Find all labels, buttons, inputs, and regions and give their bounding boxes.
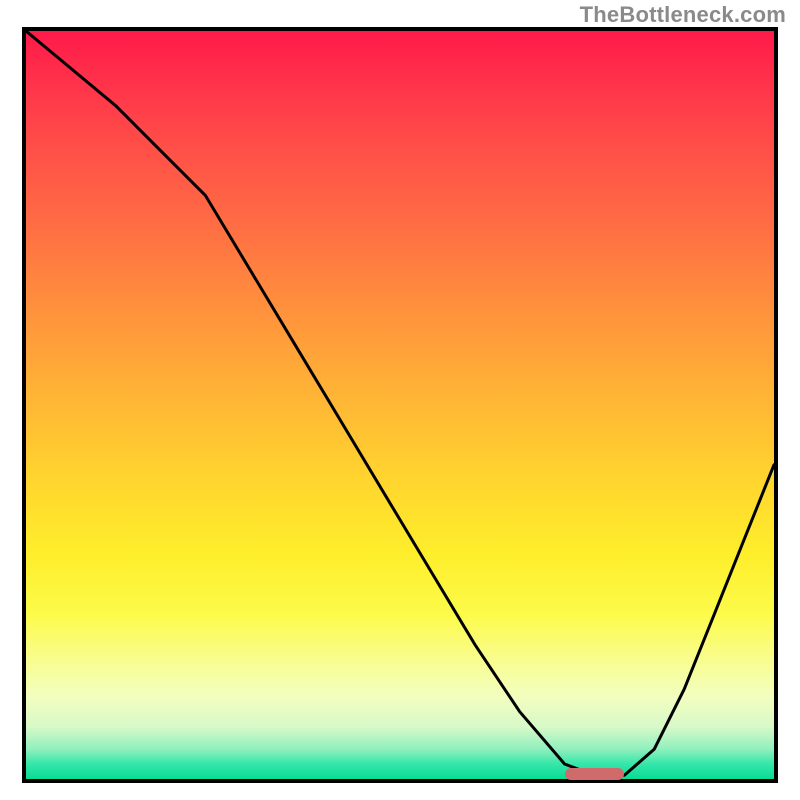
data-curve: [26, 31, 774, 779]
attribution-text: TheBottleneck.com: [580, 2, 786, 28]
plot-area: [22, 27, 778, 783]
chart-container: TheBottleneck.com: [0, 0, 800, 800]
optimal-marker: [565, 768, 625, 780]
